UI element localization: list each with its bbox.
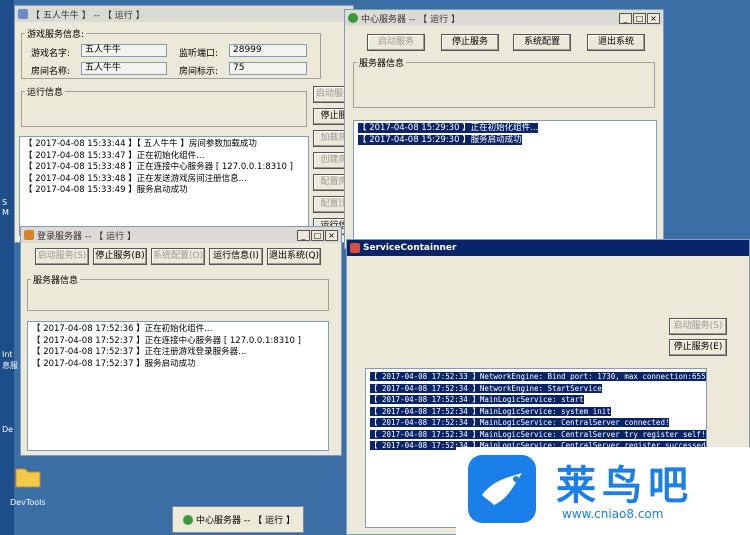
start-service-button[interactable]: 启动服务(S) bbox=[669, 318, 727, 335]
minimize-icon[interactable]: _ bbox=[619, 12, 632, 24]
group-label: 服务器信息 bbox=[357, 56, 407, 69]
app-icon bbox=[183, 514, 193, 525]
room-id-field[interactable]: 75 bbox=[229, 62, 307, 75]
window-title: 【 五人牛牛 】 -- 【 运行 】 bbox=[31, 10, 145, 21]
game-name-field[interactable]: 五人牛牛 bbox=[81, 44, 167, 57]
stop-service-button[interactable]: 停止服务(B) bbox=[93, 248, 147, 265]
exit-system-button[interactable]: 退出系统(Q) bbox=[267, 248, 321, 265]
log-line: 【 2017-04-08 15:33:48 】正在发送游戏房间注册信息... bbox=[24, 173, 247, 184]
game-window-titlebar[interactable]: 【 五人牛牛 】 -- 【 运行 】 bbox=[15, 6, 353, 22]
brand-url: www.cniao8.com bbox=[562, 507, 664, 521]
group-label: 服务器信息 bbox=[31, 273, 81, 286]
start-service-button[interactable]: 启动服务 bbox=[367, 34, 425, 51]
maximize-icon[interactable]: □ bbox=[633, 12, 646, 24]
game-name-label: 游戏名字: bbox=[31, 49, 71, 59]
log-line: 【 2017-04-08 17:52:36 】正在初始化组件... bbox=[32, 324, 213, 334]
taskbar-item-label: 中心服务器 -- 【 运行 】 bbox=[196, 516, 295, 526]
listen-port-field[interactable]: 28999 bbox=[229, 44, 307, 57]
system-config-button[interactable]: 系统配置(O) bbox=[151, 248, 205, 265]
folder-icon bbox=[15, 468, 41, 488]
bird-logo-icon bbox=[468, 455, 536, 523]
exit-system-button[interactable]: 退出系统 bbox=[587, 34, 645, 51]
container-window-titlebar[interactable]: ServiceContainner bbox=[347, 240, 749, 256]
desktop-icon-label: DevTools bbox=[10, 498, 46, 507]
log-line: 【 2017-04-08 17:52:34 】NetworkEngine: St… bbox=[370, 383, 602, 393]
run-info-button[interactable]: 运行信息(I) bbox=[209, 248, 263, 265]
log-line: 【 2017-04-08 17:52:37 】正在连接中心服务器 [ 127.0… bbox=[32, 335, 301, 346]
login-window-titlebar[interactable]: 登录服务器 -- 【 运行 】 _ □ × bbox=[21, 227, 341, 243]
stop-service-button[interactable]: 停止服务 bbox=[441, 34, 499, 51]
game-server-window: 【 五人牛牛 】 -- 【 运行 】 游戏服务信息: 游戏名字: 五人牛牛 监听… bbox=[14, 5, 354, 243]
devtools-desktop-icon[interactable]: DevTools bbox=[10, 462, 50, 512]
group-label: 游戏服务信息: bbox=[25, 27, 87, 40]
taskbar-item-center-server[interactable]: 中心服务器 -- 【 运行 】 bbox=[172, 506, 304, 533]
group-label: 运行信息 bbox=[25, 85, 66, 98]
start-service-button[interactable]: 启动服务(S) bbox=[35, 248, 89, 265]
center-window-titlebar[interactable]: 中心服务器 -- 【 运行 】 _ □ × bbox=[345, 10, 663, 26]
log-line: 【 2017-04-08 15:29:30 】正在初始化组件... bbox=[358, 123, 539, 133]
desktop-text-fragment: Int bbox=[2, 350, 13, 359]
log-line: 【 2017-04-08 15:33:48 】正在连接中心服务器 [ 127.0… bbox=[24, 162, 293, 172]
window-title: 中心服务器 -- 【 运行 】 bbox=[361, 14, 460, 25]
app-icon bbox=[348, 13, 358, 23]
app-icon bbox=[18, 9, 28, 19]
desktop-text-fragment: 息服 bbox=[2, 361, 18, 370]
log-line: 【 2017-04-08 17:52:33 】NetworkEngine: Bi… bbox=[370, 371, 706, 383]
watermark-logo: 莱鸟吧 www.cniao8.com bbox=[456, 447, 750, 535]
desktop-strip bbox=[0, 0, 14, 535]
desktop-text-fragment: S bbox=[2, 198, 8, 207]
game-log[interactable]: 【 2017-04-08 15:33:44 】【 五人牛牛 】房间参数加载成功 … bbox=[19, 136, 309, 236]
room-name-label: 房间名称: bbox=[31, 67, 71, 77]
maximize-icon[interactable]: □ bbox=[311, 229, 324, 241]
close-icon[interactable]: × bbox=[647, 12, 660, 24]
center-server-window: 中心服务器 -- 【 运行 】 _ □ × 启动服务 停止服务 系统配置 退出系… bbox=[344, 9, 664, 249]
log-line: 【 2017-04-08 15:33:47 】正在初始化组件... bbox=[24, 150, 205, 161]
log-line: 【 2017-04-08 15:33:49 】服务启动成功 bbox=[24, 185, 188, 195]
login-log[interactable]: 【 2017-04-08 17:52:36 】正在初始化组件... 【 2017… bbox=[27, 321, 329, 451]
minimize-icon[interactable]: _ bbox=[297, 229, 310, 241]
log-line: 【 2017-04-08 17:52:37 】服务启动成功 bbox=[32, 358, 196, 369]
desktop-text-fragment: De bbox=[2, 425, 14, 434]
log-line: 【 2017-04-08 17:52:37 】正在注册游戏登录服务器... bbox=[32, 347, 247, 357]
room-name-field[interactable]: 五人牛牛 bbox=[81, 62, 167, 75]
system-config-button[interactable]: 系统配置 bbox=[513, 34, 571, 51]
listen-port-label: 监听端口: bbox=[179, 49, 219, 59]
app-icon bbox=[350, 243, 360, 253]
log-line: 【 2017-04-08 17:52:34 】MainLogicService:… bbox=[370, 429, 706, 439]
log-line: 【 2017-04-08 17:52:34 】MainLogicService:… bbox=[370, 418, 670, 427]
brand-text: 莱鸟吧 bbox=[556, 462, 694, 509]
log-line: 【 2017-04-08 17:52:34 】MainLogicService:… bbox=[370, 406, 611, 416]
log-line: 【 2017-04-08 15:33:44 】【 五人牛牛 】房间参数加载成功 bbox=[24, 139, 257, 149]
window-title: ServiceContainner bbox=[363, 243, 457, 253]
login-server-window: 登录服务器 -- 【 运行 】 _ □ × 启动服务(S) 停止服务(B) 系统… bbox=[20, 226, 342, 456]
center-log[interactable]: 【 2017-04-08 15:29:30 】正在初始化组件... 【 2017… bbox=[353, 120, 657, 248]
window-title: 登录服务器 -- 【 运行 】 bbox=[37, 231, 136, 242]
app-icon bbox=[24, 230, 34, 240]
stop-service-button[interactable]: 停止服务(E) bbox=[669, 339, 727, 356]
log-line: 【 2017-04-08 15:29:30 】服务启动成功 bbox=[358, 134, 522, 145]
desktop-text-fragment: M bbox=[2, 208, 9, 217]
log-line: 【 2017-04-08 17:52:34 】MainLogicService:… bbox=[370, 395, 584, 404]
close-icon[interactable]: × bbox=[325, 229, 338, 241]
room-id-label: 房间标示: bbox=[179, 67, 219, 77]
